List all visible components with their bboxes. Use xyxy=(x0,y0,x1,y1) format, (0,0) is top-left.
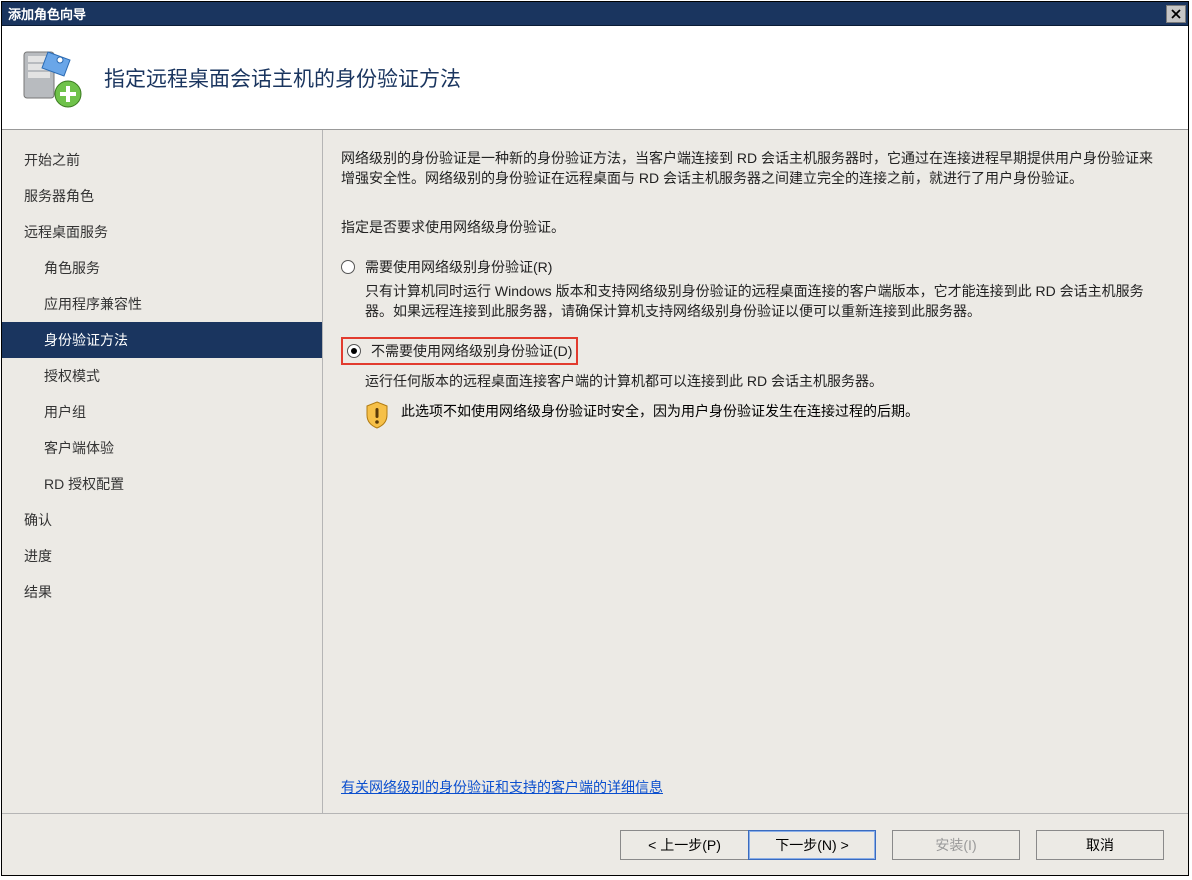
next-button[interactable]: 下一步(N) > xyxy=(748,830,876,860)
radio-require-nla[interactable]: 需要使用网络级别身份验证(R) xyxy=(341,257,1158,277)
warning-row: 此选项不如使用网络级身份验证时安全，因为用户身份验证发生在连接过程的后期。 xyxy=(365,401,1158,429)
radio-icon xyxy=(347,344,361,358)
link-area: 有关网络级别的身份验证和支持的客户端的详细信息 xyxy=(341,737,1158,803)
wizard-window: 添加角色向导 指定远程桌面会话主机的身份验证方法 xyxy=(1,1,1189,876)
sidebar-item-confirm[interactable]: 确认 xyxy=(2,502,322,538)
sidebar-item-rd-license-config[interactable]: RD 授权配置 xyxy=(2,466,322,502)
sidebar-item-progress[interactable]: 进度 xyxy=(2,538,322,574)
highlighted-option: 不需要使用网络级别身份验证(D) xyxy=(341,337,578,365)
description-text: 网络级别的身份验证是一种新的身份验证方法，当客户端连接到 RD 会话主机服务器时… xyxy=(341,148,1158,189)
sidebar-item-rds[interactable]: 远程桌面服务 xyxy=(2,214,322,250)
sidebar-item-auth-method[interactable]: 身份验证方法 xyxy=(2,322,322,358)
sidebar-item-results[interactable]: 结果 xyxy=(2,574,322,610)
sidebar-item-server-roles[interactable]: 服务器角色 xyxy=(2,178,322,214)
radio-not-require-nla[interactable]: 不需要使用网络级别身份验证(D) xyxy=(347,341,572,361)
cancel-button[interactable]: 取消 xyxy=(1036,830,1164,860)
sidebar-item-license-mode[interactable]: 授权模式 xyxy=(2,358,322,394)
nav-button-group: < 上一步(P) 下一步(N) > xyxy=(620,830,876,860)
option-not-require-nla: 不需要使用网络级别身份验证(D) 运行任何版本的远程桌面连接客户端的计算机都可以… xyxy=(341,337,1158,429)
radio-label: 不需要使用网络级别身份验证(D) xyxy=(371,341,572,361)
sidebar-item-app-compat[interactable]: 应用程序兼容性 xyxy=(2,286,322,322)
titlebar: 添加角色向导 xyxy=(2,2,1188,26)
sidebar-item-before-begin[interactable]: 开始之前 xyxy=(2,142,322,178)
content-pane: 网络级别的身份验证是一种新的身份验证方法，当客户端连接到 RD 会话主机服务器时… xyxy=(322,130,1188,813)
option2-desc: 运行任何版本的远程桌面连接客户端的计算机都可以连接到此 RD 会话主机服务器。 xyxy=(365,371,1155,391)
footer: < 上一步(P) 下一步(N) > 安装(I) 取消 xyxy=(2,813,1188,875)
install-button: 安装(I) xyxy=(892,830,1020,860)
wizard-icon xyxy=(20,46,84,110)
body: 开始之前 服务器角色 远程桌面服务 角色服务 应用程序兼容性 身份验证方法 授权… xyxy=(2,130,1188,813)
sidebar-item-user-groups[interactable]: 用户组 xyxy=(2,394,322,430)
window-title: 添加角色向导 xyxy=(8,4,86,23)
sidebar-item-client-exp[interactable]: 客户端体验 xyxy=(2,430,322,466)
prompt-text: 指定是否要求使用网络级身份验证。 xyxy=(341,217,1158,237)
shield-warning-icon xyxy=(365,401,389,429)
warning-text: 此选项不如使用网络级身份验证时安全，因为用户身份验证发生在连接过程的后期。 xyxy=(401,401,919,422)
more-info-link[interactable]: 有关网络级别的身份验证和支持的客户端的详细信息 xyxy=(341,779,663,795)
close-icon xyxy=(1171,9,1181,19)
option1-desc: 只有计算机同时运行 Windows 版本和支持网络级别身份验证的远程桌面连接的客… xyxy=(365,281,1155,322)
radio-icon xyxy=(341,260,355,274)
sidebar-item-role-services[interactable]: 角色服务 xyxy=(2,250,322,286)
sidebar: 开始之前 服务器角色 远程桌面服务 角色服务 应用程序兼容性 身份验证方法 授权… xyxy=(2,130,322,813)
page-title: 指定远程桌面会话主机的身份验证方法 xyxy=(104,63,461,93)
previous-button[interactable]: < 上一步(P) xyxy=(620,830,748,860)
option-require-nla: 需要使用网络级别身份验证(R) 只有计算机同时运行 Windows 版本和支持网… xyxy=(341,257,1158,322)
header: 指定远程桌面会话主机的身份验证方法 xyxy=(2,26,1188,130)
close-button[interactable] xyxy=(1166,5,1186,23)
radio-label: 需要使用网络级别身份验证(R) xyxy=(365,257,552,277)
